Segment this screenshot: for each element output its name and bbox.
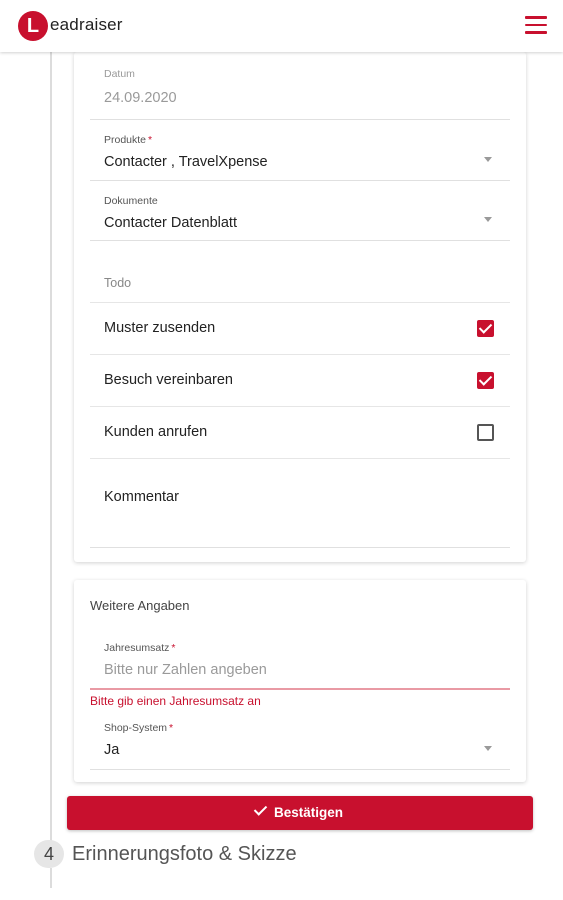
chevron-down-icon[interactable]: [484, 746, 492, 751]
confirm-button[interactable]: Bestätigen: [67, 796, 533, 830]
required-marker: *: [171, 642, 176, 654]
step-number-badge[interactable]: 4: [34, 840, 64, 868]
shop-system-label-text: Shop-System: [104, 722, 168, 734]
datum-field: Datum 24.09.2020: [90, 52, 510, 120]
todo-item[interactable]: Muster zusenden: [90, 302, 510, 354]
jahresumsatz-label-text: Jahresumsatz: [104, 642, 170, 654]
produkte-label: Produkte *: [104, 134, 152, 146]
chevron-down-icon[interactable]: [484, 217, 492, 222]
todo-item-label: Muster zusenden: [104, 320, 216, 336]
jahresumsatz-input[interactable]: Jahresumsatz * Bitte nur Zahlen angeben: [90, 642, 510, 690]
shop-system-select[interactable]: Shop-System * Ja: [90, 722, 510, 770]
app-header: L eadraiser: [0, 0, 563, 52]
jahresumsatz-label: Jahresumsatz *: [104, 642, 175, 654]
kommentar-label: Kommentar: [104, 489, 179, 505]
produkte-value: Contacter , TravelXpense: [104, 154, 268, 170]
todo-item[interactable]: Besuch vereinbaren: [90, 354, 510, 406]
weitere-angaben-card: Weitere Angaben Jahresumsatz * Bitte nur …: [74, 580, 526, 782]
chevron-down-icon[interactable]: [484, 157, 492, 162]
jahresumsatz-placeholder: Bitte nur Zahlen angeben: [104, 662, 267, 678]
shop-system-value: Ja: [104, 742, 120, 758]
jahresumsatz-error: Bitte gib einen Jahresumsatz an: [90, 694, 261, 708]
step-timeline-line-bottom: [50, 868, 52, 888]
dokumente-label: Dokumente: [104, 195, 158, 207]
details-card: Datum 24.09.2020 Produkte * Contacter , T…: [74, 52, 526, 562]
dokumente-value: Contacter Datenblatt: [104, 215, 237, 231]
todo-item-label: Kunden anrufen: [104, 424, 208, 440]
todo-item[interactable]: Kunden anrufen: [90, 406, 510, 458]
checkmark-icon: [253, 802, 268, 816]
kommentar-textarea[interactable]: Kommentar: [90, 458, 510, 548]
required-marker: *: [148, 134, 153, 146]
todo-item-label: Besuch vereinbaren: [104, 372, 233, 388]
hamburger-menu-icon[interactable]: [525, 16, 547, 34]
step-timeline-line: [50, 52, 52, 842]
todo-label: Todo: [104, 276, 132, 290]
checkbox-checked-icon[interactable]: [477, 372, 494, 389]
logo-text: eadraiser: [50, 15, 123, 34]
logo-icon[interactable]: L: [18, 11, 48, 41]
dokumente-select[interactable]: Dokumente Contacter Datenblatt: [90, 181, 510, 241]
step-title[interactable]: Erinnerungsfoto & Skizze: [72, 843, 297, 866]
produkte-select[interactable]: Produkte * Contacter , TravelXpense: [90, 120, 510, 181]
produkte-label-text: Produkte: [104, 134, 147, 146]
checkbox-unchecked-icon[interactable]: [477, 424, 494, 441]
datum-label: Datum: [104, 68, 135, 80]
required-marker: *: [169, 722, 174, 734]
checkbox-checked-icon[interactable]: [477, 320, 494, 337]
weitere-angaben-title: Weitere Angaben: [90, 598, 190, 613]
datum-value: 24.09.2020: [104, 90, 177, 106]
confirm-button-label: Bestätigen: [273, 805, 344, 820]
shop-system-label: Shop-System *: [104, 722, 173, 734]
